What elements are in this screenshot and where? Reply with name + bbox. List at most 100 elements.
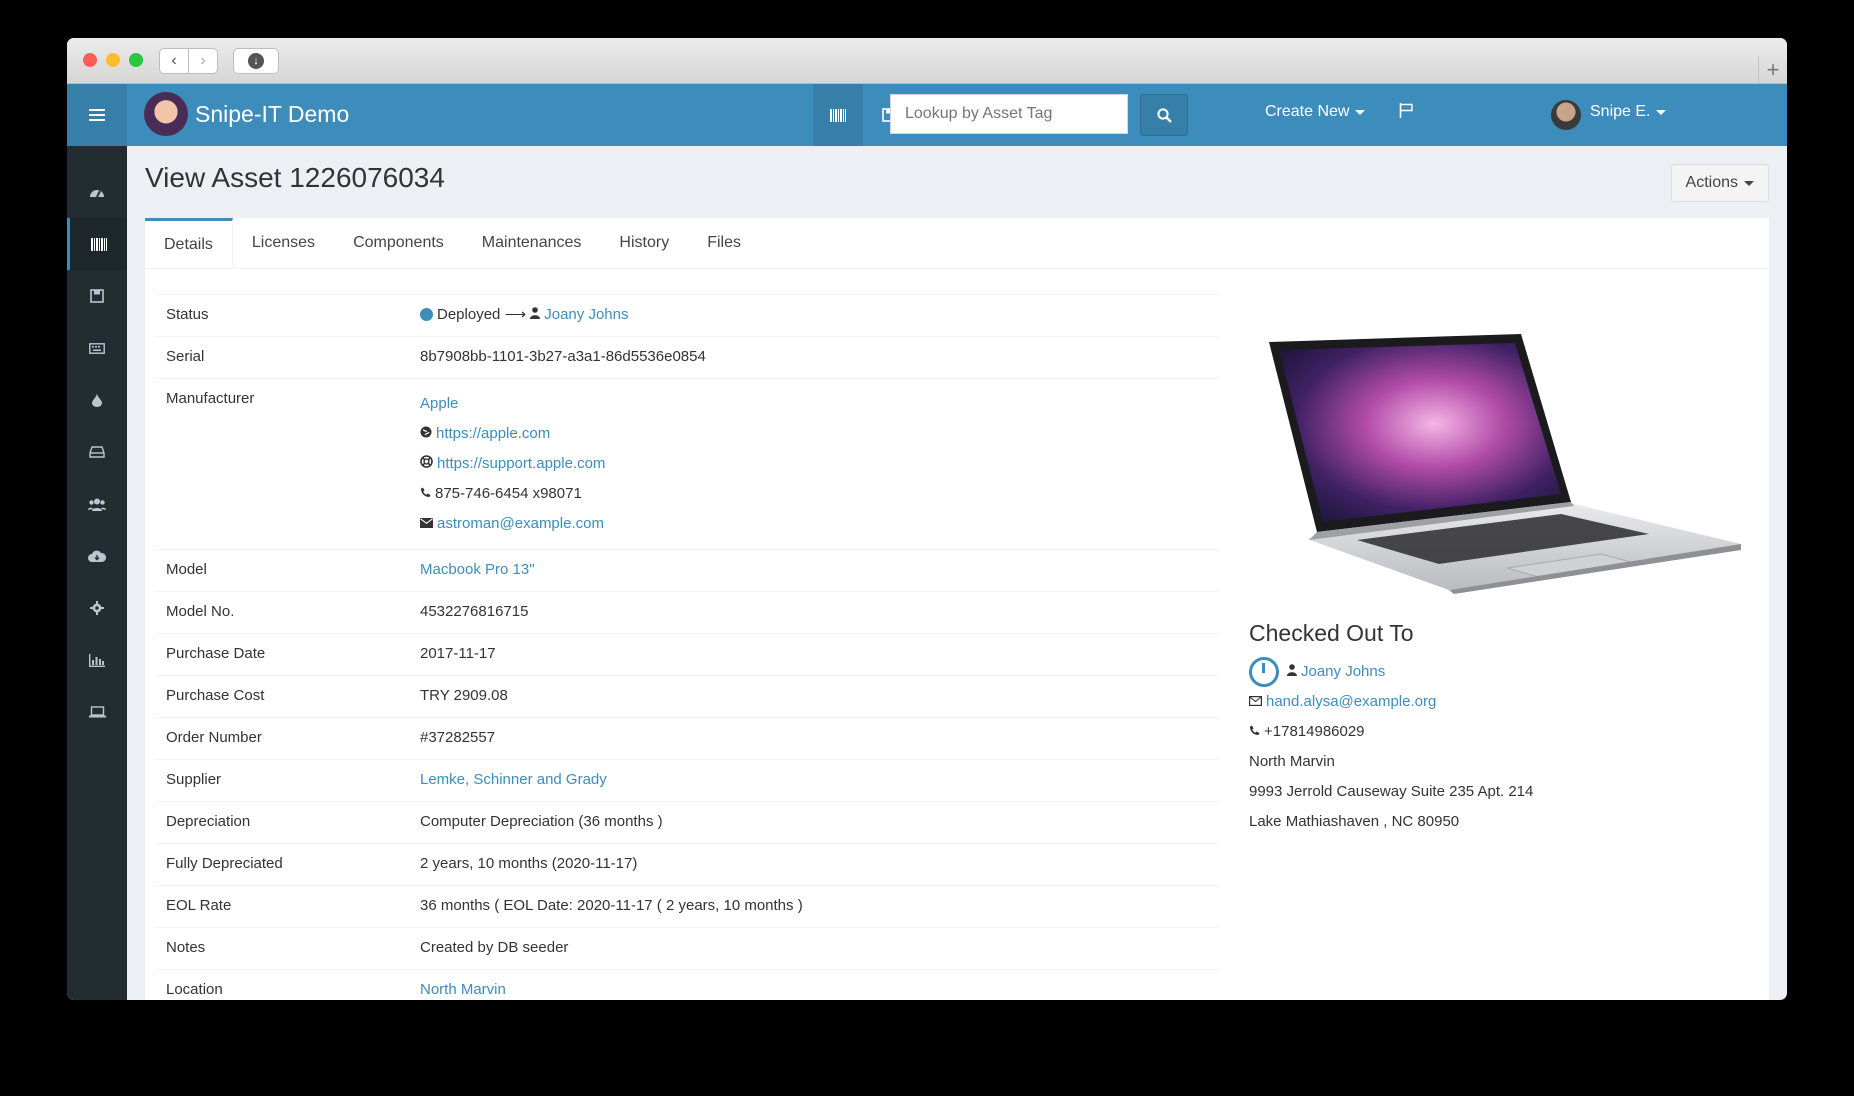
gravatar-icon: [1249, 657, 1279, 688]
manufacturer-link[interactable]: Apple: [420, 395, 458, 412]
sidebar-item-settings[interactable]: [67, 582, 127, 634]
create-new-dropdown[interactable]: Create New: [1265, 103, 1366, 121]
brand-name[interactable]: Snipe-IT Demo: [195, 101, 349, 128]
life-ring-icon: [420, 449, 433, 479]
checked-out-title: Checked Out To: [1249, 620, 1414, 646]
sidebar-item-requestable[interactable]: [67, 686, 127, 738]
serial-value: 8b7908bb-1101-3b27-a3a1-86d5536e0854: [420, 348, 706, 365]
manufacturer-phone: 875-746-6454 x98071: [435, 485, 582, 502]
asset-tag-search-input[interactable]: [890, 94, 1128, 134]
checked-out-user-link[interactable]: Joany Johns: [1301, 663, 1385, 680]
status-dot-icon: [420, 308, 433, 321]
sidebar-item-accessories[interactable]: [67, 322, 127, 374]
detail-row-depreciation: Depreciation Computer Depreciation (36 m…: [155, 801, 1219, 843]
manufacturer-email-link[interactable]: astroman@example.com: [437, 515, 604, 532]
notes-value: Created by DB seeder: [420, 939, 569, 956]
location-label: Location: [166, 981, 223, 998]
sidebar-toggle[interactable]: [67, 84, 127, 146]
asset-tabs: Details Licenses Components Maintenances…: [145, 218, 1769, 269]
serial-label: Serial: [166, 348, 205, 365]
sidebar-item-assets[interactable]: [67, 218, 127, 270]
forward-button[interactable]: ›: [189, 48, 218, 74]
sidebar-item-people[interactable]: [67, 478, 127, 530]
model-no-value: 4532276816715: [420, 603, 529, 620]
sidebar-item-import[interactable]: [67, 530, 127, 582]
model-link[interactable]: Macbook Pro 13": [420, 561, 535, 578]
caret-down-icon: [1656, 109, 1667, 115]
search-button[interactable]: [1140, 94, 1188, 136]
asset-image[interactable]: [1249, 294, 1749, 594]
checked-out-email-link[interactable]: hand.alysa@example.org: [1266, 693, 1436, 710]
users-icon: [88, 498, 106, 511]
sidebar-item-licenses[interactable]: [67, 270, 127, 322]
tab-components[interactable]: Components: [334, 218, 463, 268]
browser-window: ‹ › ↓ + Snipe-IT Demo Lookup by Asset Ta…: [67, 38, 1787, 1000]
sidebar-item-components[interactable]: [67, 426, 127, 478]
actions-dropdown[interactable]: Actions: [1670, 164, 1769, 202]
create-new-label: Create New: [1265, 103, 1350, 120]
barcode-icon: [90, 237, 107, 251]
supplier-link[interactable]: Lemke, Schinner and Grady: [420, 771, 607, 788]
hdd-icon: [89, 446, 105, 458]
user-icon: [1287, 657, 1297, 687]
caret-down-icon: [1744, 180, 1754, 186]
manufacturer-support-link[interactable]: https://support.apple.com: [437, 455, 605, 472]
chevron-left-icon: ‹: [171, 52, 177, 69]
brand-logo[interactable]: [144, 92, 188, 136]
detail-row-purchase-date: Purchase Date 2017-11-17: [155, 633, 1219, 675]
close-window-button[interactable]: [83, 53, 97, 67]
detail-row-order-number: Order Number #37282557: [155, 717, 1219, 759]
tab-maintenances[interactable]: Maintenances: [463, 218, 601, 268]
status-assignee-link[interactable]: Joany Johns: [544, 306, 628, 323]
detail-row-manufacturer: Manufacturer Apple https://apple.com htt…: [155, 378, 1219, 549]
bar-chart-icon: [89, 653, 105, 667]
notes-label: Notes: [166, 939, 206, 956]
manufacturer-url-link[interactable]: https://apple.com: [436, 425, 550, 442]
tab-files[interactable]: Files: [688, 218, 760, 268]
eol-rate-value: 36 months ( EOL Date: 2020-11-17 ( 2 yea…: [420, 897, 803, 914]
asset-details-table: Status Deployed ⟶ Joany Johns Serial 8b7…: [155, 294, 1219, 1000]
sidebar-item-consumables[interactable]: [67, 374, 127, 426]
minimize-window-button[interactable]: [106, 53, 120, 67]
gear-icon: [90, 601, 104, 615]
back-button[interactable]: ‹: [159, 48, 189, 74]
purchase-cost-label: Purchase Cost: [166, 687, 265, 704]
new-tab-button[interactable]: +: [1758, 56, 1787, 83]
location-link[interactable]: North Marvin: [420, 981, 506, 998]
manufacturer-label: Manufacturer: [166, 390, 255, 407]
alerts-button[interactable]: [1399, 103, 1413, 118]
top-navbar: Snipe-IT Demo Create New Snipe E.: [127, 84, 1787, 146]
eol-rate-label: EOL Rate: [166, 897, 232, 914]
nav-assets[interactable]: [813, 84, 863, 146]
download-icon: ↓: [248, 53, 264, 69]
manufacturer-value: Apple https://apple.com https://support.…: [420, 383, 1219, 539]
zoom-window-button[interactable]: [129, 53, 143, 67]
status-value: Deployed ⟶ Joany Johns: [420, 304, 1219, 326]
user-icon: [530, 304, 541, 326]
detail-row-status: Status Deployed ⟶ Joany Johns: [155, 294, 1219, 336]
checked-out-location: North Marvin: [1249, 753, 1335, 771]
asset-sidebar: Checked Out To Joany Johns hand.alysa@ex…: [1249, 294, 1749, 837]
tab-licenses[interactable]: Licenses: [233, 218, 334, 268]
checked-out-phone: +17814986029: [1249, 717, 1749, 747]
arrow-right-icon: ⟶: [504, 306, 527, 323]
fully-depreciated-value: 2 years, 10 months (2020-11-17): [420, 855, 638, 872]
phone-icon: [1249, 717, 1260, 747]
status-label: Status: [166, 306, 209, 323]
tab-history[interactable]: History: [600, 218, 688, 268]
detail-row-serial: Serial 8b7908bb-1101-3b27-a3a1-86d5536e0…: [155, 336, 1219, 378]
hamburger-icon: [89, 109, 105, 121]
user-avatar[interactable]: [1551, 100, 1581, 130]
detail-row-purchase-cost: Purchase Cost TRY 2909.08: [155, 675, 1219, 717]
globe-icon: [420, 419, 432, 449]
chevron-right-icon: ›: [200, 52, 206, 69]
downloads-button[interactable]: ↓: [233, 48, 279, 74]
sidebar: [67, 84, 127, 1000]
user-menu[interactable]: Snipe E.: [1590, 103, 1667, 121]
order-number-value: #37282557: [420, 729, 496, 746]
sidebar-item-reports[interactable]: [67, 634, 127, 686]
tab-details[interactable]: Details: [145, 218, 233, 268]
flag-icon: [1399, 103, 1413, 118]
sidebar-item-dashboard[interactable]: [67, 166, 127, 218]
purchase-date-value: 2017-11-17: [420, 645, 496, 662]
